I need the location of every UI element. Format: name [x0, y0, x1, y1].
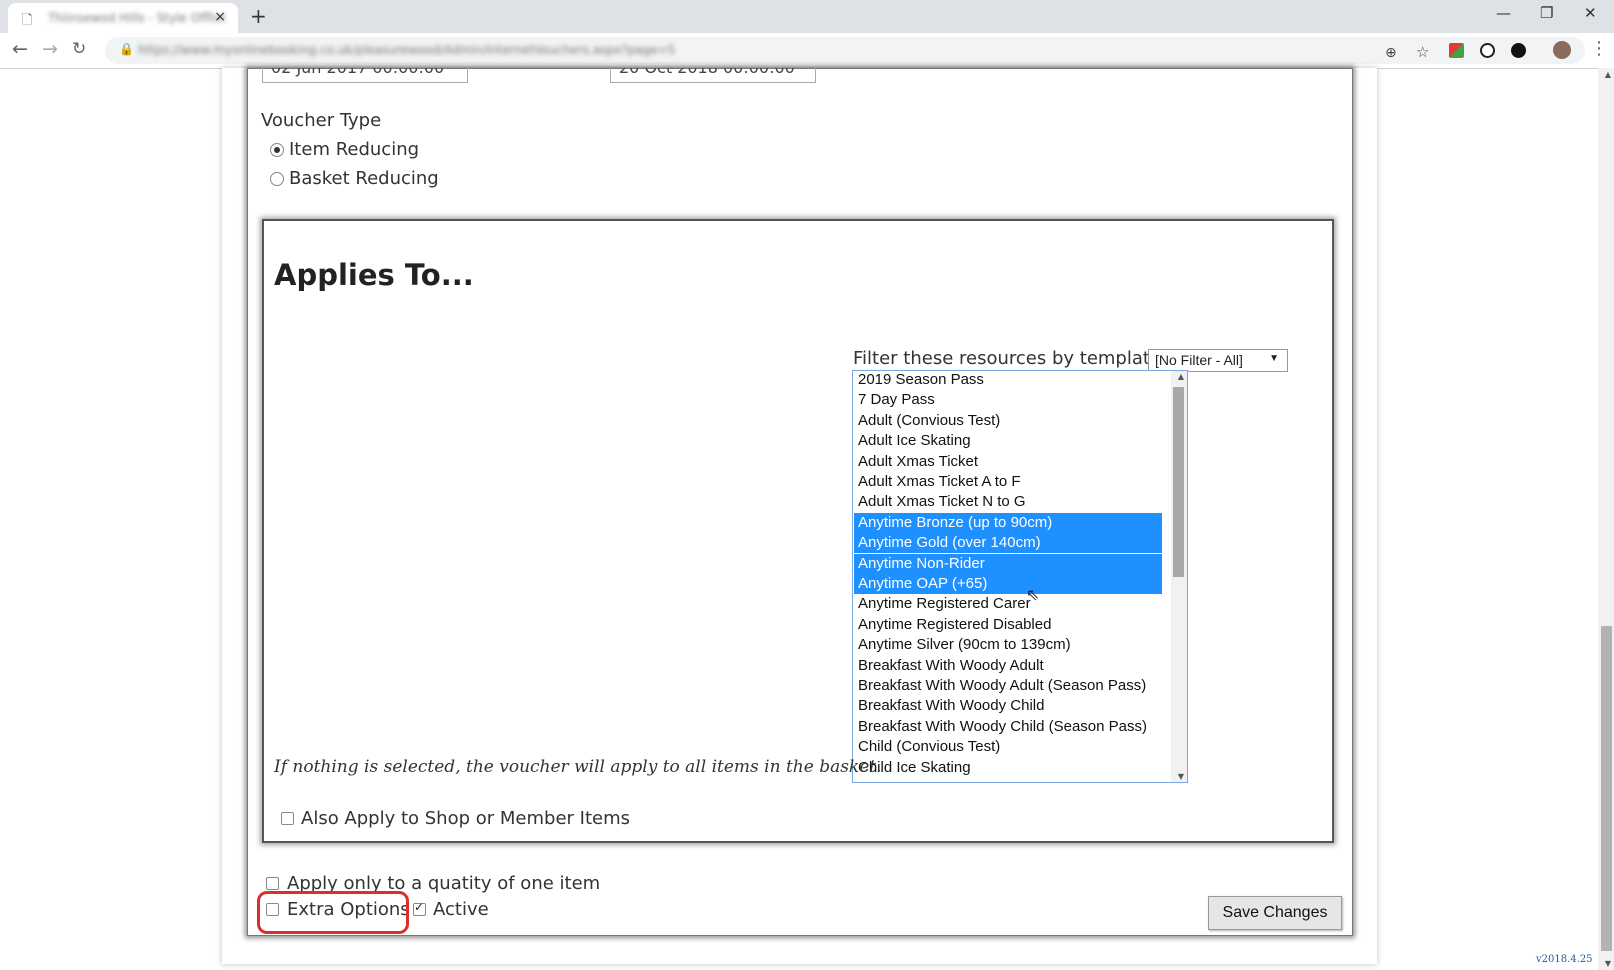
menu-icon[interactable]: ⋮	[1590, 38, 1608, 59]
resource-option[interactable]: Anytime Silver (90cm to 139cm)	[854, 635, 1162, 655]
also-apply-label: Also Apply to Shop or Member Items	[301, 808, 631, 829]
zoom-icon[interactable]: ⊕	[1385, 45, 1397, 61]
new-tab-button[interactable]: +	[250, 4, 267, 28]
template-filter-select[interactable]: [No Filter - All] ▼	[1148, 349, 1288, 372]
quantity-one-checkbox[interactable]	[266, 877, 279, 890]
resource-option[interactable]: Breakfast With Woody Child	[854, 696, 1162, 716]
extension-icon[interactable]	[1511, 43, 1526, 58]
resource-option[interactable]: Anytime Registered Disabled	[854, 615, 1162, 635]
filter-value: [No Filter - All]	[1155, 352, 1243, 368]
mouse-cursor-icon: ⇖	[1026, 585, 1040, 604]
page-icon: 🗋	[22, 13, 33, 28]
resource-option[interactable]: Child Ice Skating	[854, 758, 1162, 778]
scrollbar-thumb[interactable]	[1173, 387, 1184, 577]
radio-basket-reducing[interactable]	[270, 172, 284, 186]
start-date-field[interactable]: 02 Jun 2017 00:00:00	[262, 68, 468, 83]
resource-option[interactable]: Anytime Registered Carer	[854, 594, 1162, 614]
resource-option[interactable]: Adult Xmas Ticket	[854, 452, 1162, 472]
browser-titlebar: 🗋 Thiinsewod Hills - Style Offlist × + —…	[0, 0, 1614, 33]
avatar[interactable]	[1553, 41, 1571, 59]
save-changes-button[interactable]: Save Changes	[1208, 896, 1342, 930]
scroll-up-icon[interactable]: ▲	[1605, 70, 1611, 79]
voucher-type-label: Voucher Type	[261, 110, 382, 131]
end-date-field[interactable]: 20 Oct 2018 00:00:00	[610, 68, 816, 83]
resource-option[interactable]: Child (Convious Test)	[854, 737, 1162, 757]
resources-listbox[interactable]: 2019 Season Pass 7 Day Pass Adult (Conviou…	[852, 370, 1188, 783]
radio-label: Basket Reducing	[289, 168, 439, 189]
resource-option[interactable]: 7 Day Pass	[854, 390, 1162, 410]
radio-label: Item Reducing	[289, 139, 420, 160]
active-label: Active	[433, 899, 489, 920]
extension-icon[interactable]	[1449, 43, 1464, 58]
filter-label: Filter these resources by template:	[853, 348, 1168, 369]
bookmark-star-icon[interactable]: ☆	[1416, 43, 1429, 61]
section-title: Applies To...	[274, 258, 474, 292]
back-icon[interactable]: ←	[12, 38, 28, 60]
resource-option[interactable]: Adult Xmas Ticket N to G	[854, 492, 1162, 512]
resource-option[interactable]: Breakfast With Woody Adult	[854, 656, 1162, 676]
browser-toolbar: ← → ↻ 🔒 https://www.myonlinebooking.co.u…	[0, 33, 1614, 69]
resource-option[interactable]: 2019 Season Pass	[854, 371, 1162, 390]
address-bar[interactable]: 🔒 https://www.myonlinebooking.co.uk/plea…	[105, 37, 1585, 64]
minimize-icon[interactable]: —	[1496, 4, 1511, 22]
extension-icon[interactable]	[1480, 43, 1495, 58]
browser-tab[interactable]: 🗋 Thiinsewod Hills - Style Offlist ×	[8, 3, 238, 33]
resource-option[interactable]: Anytime Non-Rider	[854, 553, 1162, 574]
also-apply-checkbox[interactable]	[281, 812, 294, 825]
lock-icon: 🔒	[119, 42, 134, 56]
resource-option[interactable]: Adult Ice Skating	[854, 431, 1162, 451]
restore-icon[interactable]: ❐	[1540, 4, 1553, 22]
page-scrollbar-thumb[interactable]	[1601, 626, 1612, 951]
scroll-down-icon[interactable]: ▼	[1605, 959, 1611, 968]
resource-option[interactable]: Anytime Gold (over 140cm)	[854, 533, 1162, 554]
url-text: https://www.myonlinebooking.co.uk/pleasu…	[138, 43, 676, 57]
resource-option[interactable]: Anytime OAP (+65)	[854, 574, 1162, 594]
dropdown-arrow-icon: ▼	[1269, 353, 1279, 364]
scroll-down-icon[interactable]: ▼	[1178, 772, 1184, 781]
resource-option[interactable]: Breakfast With Woody Child (Season Pass)	[854, 717, 1162, 737]
selection-note: If nothing is selected, the voucher will…	[274, 757, 882, 777]
resource-option[interactable]: Breakfast With Woody Adult (Season Pass)	[854, 676, 1162, 696]
version-label: v2018.4.25	[1536, 954, 1593, 965]
window-close-icon[interactable]: ✕	[1584, 4, 1597, 22]
close-tab-icon[interactable]: ×	[214, 9, 226, 25]
radio-item-reducing[interactable]	[270, 143, 284, 157]
resource-option[interactable]: Adult Xmas Ticket A to F	[854, 472, 1162, 492]
forward-icon[interactable]: →	[42, 38, 58, 60]
tab-title: Thiinsewod Hills - Style Offlist	[48, 11, 226, 25]
scroll-up-icon[interactable]: ▲	[1178, 372, 1184, 381]
resource-option[interactable]: Anytime Bronze (up to 90cm)	[854, 512, 1162, 533]
highlight-ring	[257, 891, 409, 934]
active-checkbox[interactable]	[413, 900, 426, 916]
resource-option[interactable]: Adult (Convious Test)	[854, 411, 1162, 431]
reload-icon[interactable]: ↻	[72, 39, 86, 59]
listbox-scrollbar[interactable]: ▲ ▼	[1171, 371, 1187, 782]
